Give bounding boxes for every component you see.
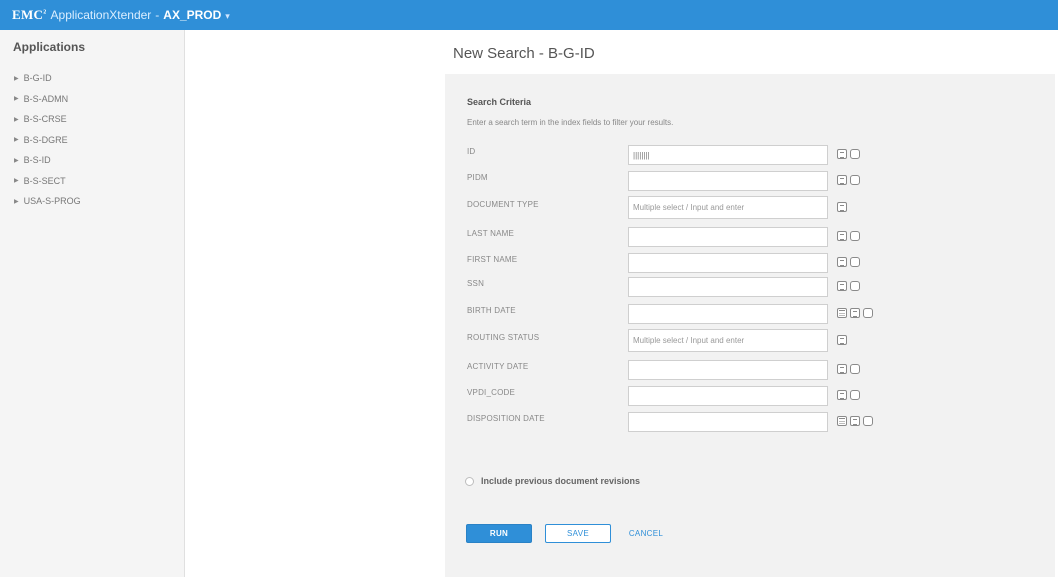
field-label-last-name: LAST NAME bbox=[467, 229, 514, 238]
activity-date-input[interactable] bbox=[628, 360, 828, 380]
list-icon[interactable] bbox=[837, 175, 847, 185]
save-button[interactable]: SAVE bbox=[545, 524, 611, 543]
field-actions bbox=[837, 308, 873, 318]
ssn-input[interactable] bbox=[628, 277, 828, 297]
top-bar: EMC2 ApplicationXtender - AX_PROD ▾ bbox=[0, 0, 1058, 30]
field-label-vpdi-code: VPDI_CODE bbox=[467, 388, 516, 397]
square-icon[interactable] bbox=[863, 416, 873, 426]
routing-status-input[interactable] bbox=[628, 329, 828, 352]
list-icon[interactable] bbox=[837, 257, 847, 267]
list-icon[interactable] bbox=[837, 281, 847, 291]
chevron-right-icon: ▶ bbox=[14, 96, 19, 103]
chevron-right-icon: ▶ bbox=[14, 75, 19, 82]
last-name-input[interactable] bbox=[628, 227, 828, 247]
title-separator: - bbox=[155, 8, 160, 22]
square-icon[interactable] bbox=[863, 308, 873, 318]
sidebar-item-b-s-sect[interactable]: ▶ B-S-SECT bbox=[14, 171, 81, 192]
sidebar-item-label: B-S-CRSE bbox=[23, 114, 67, 125]
chevron-right-icon: ▶ bbox=[14, 198, 19, 205]
chevron-right-icon: ▶ bbox=[14, 137, 19, 144]
cancel-button[interactable]: CANCEL bbox=[621, 524, 671, 543]
square-icon[interactable] bbox=[850, 364, 860, 374]
list-icon[interactable] bbox=[837, 335, 847, 345]
sidebar-item-label: B-S-ID bbox=[23, 155, 51, 166]
first-name-input[interactable] bbox=[628, 253, 828, 273]
id-input[interactable] bbox=[628, 145, 828, 165]
list-icon[interactable] bbox=[837, 364, 847, 374]
field-label-pidm: PIDM bbox=[467, 173, 488, 182]
square-icon[interactable] bbox=[850, 175, 860, 185]
include-revisions-checkbox[interactable] bbox=[465, 476, 474, 486]
field-label-ssn: SSN bbox=[467, 279, 485, 288]
list-icon[interactable] bbox=[850, 416, 860, 426]
app-brand: EMC2 ApplicationXtender - AX_PROD ▾ bbox=[12, 7, 230, 23]
field-label-activity-date: ACTIVITY DATE bbox=[467, 362, 529, 371]
list-icon[interactable] bbox=[837, 390, 847, 400]
chevron-down-icon[interactable]: ▾ bbox=[225, 11, 230, 22]
field-label-first-name: FIRST NAME bbox=[467, 255, 518, 264]
sidebar-item-b-s-crse[interactable]: ▶ B-S-CRSE bbox=[14, 109, 81, 130]
chevron-right-icon: ▶ bbox=[14, 157, 19, 164]
sidebar-item-label: B-S-ADMN bbox=[23, 93, 69, 104]
sidebar-item-b-g-id[interactable]: ▶ B-G-ID bbox=[14, 68, 81, 89]
run-button[interactable]: RUN bbox=[466, 524, 532, 543]
square-icon[interactable] bbox=[850, 231, 860, 241]
field-actions bbox=[837, 281, 860, 291]
database-name[interactable]: AX_PROD bbox=[163, 8, 221, 22]
vpdi-code-input[interactable] bbox=[628, 386, 828, 406]
square-icon[interactable] bbox=[850, 257, 860, 267]
sidebar-item-b-s-id[interactable]: ▶ B-S-ID bbox=[14, 150, 81, 171]
section-title: Search Criteria bbox=[467, 97, 532, 107]
field-actions bbox=[837, 202, 847, 212]
field-actions bbox=[837, 364, 860, 374]
sidebar-item-label: B-S-DGRE bbox=[23, 134, 68, 145]
field-actions bbox=[837, 390, 860, 400]
field-row-disposition-date: DISPOSITION DATE bbox=[445, 412, 1055, 444]
sidebar-item-usa-s-prog[interactable]: ▶ USA-S-PROG bbox=[14, 191, 81, 212]
field-actions bbox=[837, 335, 847, 345]
sidebar-item-label: B-S-SECT bbox=[23, 175, 66, 186]
sidebar-item-label: USA-S-PROG bbox=[23, 196, 81, 207]
sidebar: Applications ▶ B-G-ID ▶ B-S-ADMN ▶ B-S-CRSE… bbox=[0, 30, 185, 577]
include-revisions-label: Include previous document revisions bbox=[481, 476, 641, 486]
application-list: ▶ B-G-ID ▶ B-S-ADMN ▶ B-S-CRSE ▶ B-S-DGRE ▶ B… bbox=[14, 68, 81, 212]
field-label-disposition-date: DISPOSITION DATE bbox=[467, 414, 545, 423]
field-label-id: ID bbox=[467, 147, 476, 156]
sidebar-item-label: B-G-ID bbox=[23, 73, 52, 84]
square-icon[interactable] bbox=[850, 149, 860, 159]
pidm-input[interactable] bbox=[628, 171, 828, 191]
list-icon[interactable] bbox=[850, 308, 860, 318]
section-hint: Enter a search term in the index fields … bbox=[467, 118, 674, 127]
field-actions bbox=[837, 175, 860, 185]
emc-logo: EMC2 bbox=[12, 7, 47, 22]
chevron-right-icon: ▶ bbox=[14, 178, 19, 185]
field-label-document-type: DOCUMENT TYPE bbox=[467, 200, 539, 209]
app-name: ApplicationXtender bbox=[50, 8, 152, 22]
calendar-icon[interactable] bbox=[837, 308, 847, 318]
include-revisions-option[interactable]: Include previous document revisions bbox=[465, 476, 640, 486]
birth-date-input[interactable] bbox=[628, 304, 828, 324]
field-actions bbox=[837, 257, 860, 267]
document-type-input[interactable] bbox=[628, 196, 828, 219]
sidebar-item-b-s-dgre[interactable]: ▶ B-S-DGRE bbox=[14, 130, 81, 151]
list-icon[interactable] bbox=[837, 202, 847, 212]
calendar-icon[interactable] bbox=[837, 416, 847, 426]
field-label-birth-date: BIRTH DATE bbox=[467, 306, 516, 315]
page-title: New Search - B-G-ID bbox=[453, 45, 595, 62]
list-icon[interactable] bbox=[837, 231, 847, 241]
search-criteria-panel: Search Criteria Enter a search term in t… bbox=[445, 74, 1055, 577]
square-icon[interactable] bbox=[850, 281, 860, 291]
chevron-right-icon: ▶ bbox=[14, 116, 19, 123]
square-icon[interactable] bbox=[850, 390, 860, 400]
sidebar-item-b-s-admn[interactable]: ▶ B-S-ADMN bbox=[14, 89, 81, 110]
field-actions bbox=[837, 149, 860, 159]
list-icon[interactable] bbox=[837, 149, 847, 159]
sidebar-heading: Applications bbox=[13, 40, 86, 54]
disposition-date-input[interactable] bbox=[628, 412, 828, 432]
field-actions bbox=[837, 231, 860, 241]
field-actions bbox=[837, 416, 873, 426]
field-label-routing-status: ROUTING STATUS bbox=[467, 333, 540, 342]
